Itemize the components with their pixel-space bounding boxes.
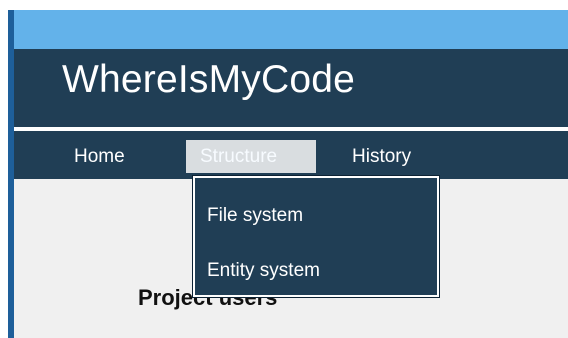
brand-bar: WhereIsMyCode [14,49,568,127]
nav-item-home[interactable]: Home [74,143,125,170]
top-band [8,10,568,49]
app-title: WhereIsMyCode [62,58,356,101]
structure-dropdown-menu: File system Entity system [193,176,439,297]
window-edge [0,0,8,338]
main-navigation: Home Structure History [14,131,568,179]
application-page: WhereIsMyCode Home Structure History Pro… [0,0,568,338]
dropdown-item-file-system[interactable]: File system [207,202,303,230]
top-strip [8,0,568,10]
nav-item-history[interactable]: History [352,143,411,170]
left-accent-bar [8,10,14,338]
dropdown-item-entity-system[interactable]: Entity system [207,257,320,285]
nav-item-structure[interactable]: Structure [186,140,316,173]
